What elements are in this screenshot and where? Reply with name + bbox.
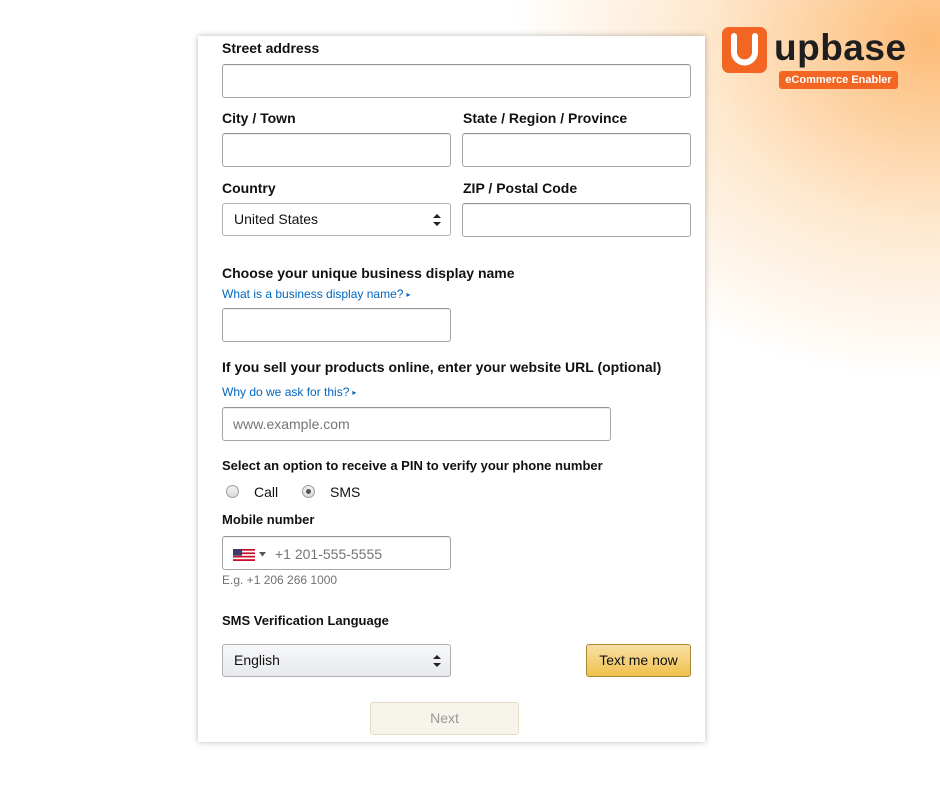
zip-label: ZIP / Postal Code xyxy=(463,180,578,196)
display-name-help-link[interactable]: What is a business display name? ▸ xyxy=(222,287,410,301)
pin-option-label: Select an option to receive a PIN to ver… xyxy=(222,458,603,473)
caret-right-icon: ▸ xyxy=(352,388,357,397)
mobile-number-label: Mobile number xyxy=(222,512,315,527)
radio-call-label[interactable]: Call xyxy=(254,484,278,500)
radio-sms-label[interactable]: SMS xyxy=(330,484,360,500)
radio-sms[interactable] xyxy=(302,485,315,498)
country-select[interactable]: United States xyxy=(222,203,451,236)
text-me-now-button[interactable]: Text me now xyxy=(586,644,691,677)
sms-language-label: SMS Verification Language xyxy=(222,613,389,628)
mobile-number-input[interactable] xyxy=(273,538,447,570)
zip-input[interactable] xyxy=(462,203,691,237)
seller-registration-form: Street address City / Town State / Regio… xyxy=(198,36,705,742)
country-selected-value: United States xyxy=(234,211,319,227)
brand-tagline: eCommerce Enabler xyxy=(779,71,898,89)
street-address-label: Street address xyxy=(222,40,320,56)
city-label: City / Town xyxy=(222,110,296,126)
us-flag-icon[interactable] xyxy=(233,548,255,561)
state-label: State / Region / Province xyxy=(463,110,628,126)
sms-language-selected-value: English xyxy=(234,652,280,668)
state-input[interactable] xyxy=(462,133,691,167)
sms-language-select[interactable]: English xyxy=(222,644,451,677)
mobile-example-hint: E.g. +1 206 266 1000 xyxy=(222,573,338,587)
radio-selected-dot xyxy=(306,489,311,494)
country-label: Country xyxy=(222,180,276,196)
street-address-input[interactable] xyxy=(222,64,691,98)
caret-right-icon: ▸ xyxy=(406,290,411,299)
city-input[interactable] xyxy=(222,133,451,167)
website-help-text: Why do we ask for this? xyxy=(222,385,350,399)
radio-call[interactable] xyxy=(226,485,239,498)
website-label: If you sell your products online, enter … xyxy=(222,359,662,375)
display-name-help-text: What is a business display name? xyxy=(222,287,404,301)
select-arrows-icon xyxy=(433,214,441,226)
display-name-label: Choose your unique business display name xyxy=(222,265,515,281)
dropdown-caret-icon[interactable] xyxy=(259,552,266,557)
website-url-input[interactable] xyxy=(222,407,611,441)
upbase-logo-icon xyxy=(722,27,767,73)
next-button[interactable]: Next xyxy=(370,702,519,735)
website-help-link[interactable]: Why do we ask for this? ▸ xyxy=(222,385,356,399)
brand-name: upbase xyxy=(774,27,907,68)
select-arrows-icon xyxy=(433,655,441,667)
mobile-number-field xyxy=(222,536,451,570)
display-name-input[interactable] xyxy=(222,308,451,342)
